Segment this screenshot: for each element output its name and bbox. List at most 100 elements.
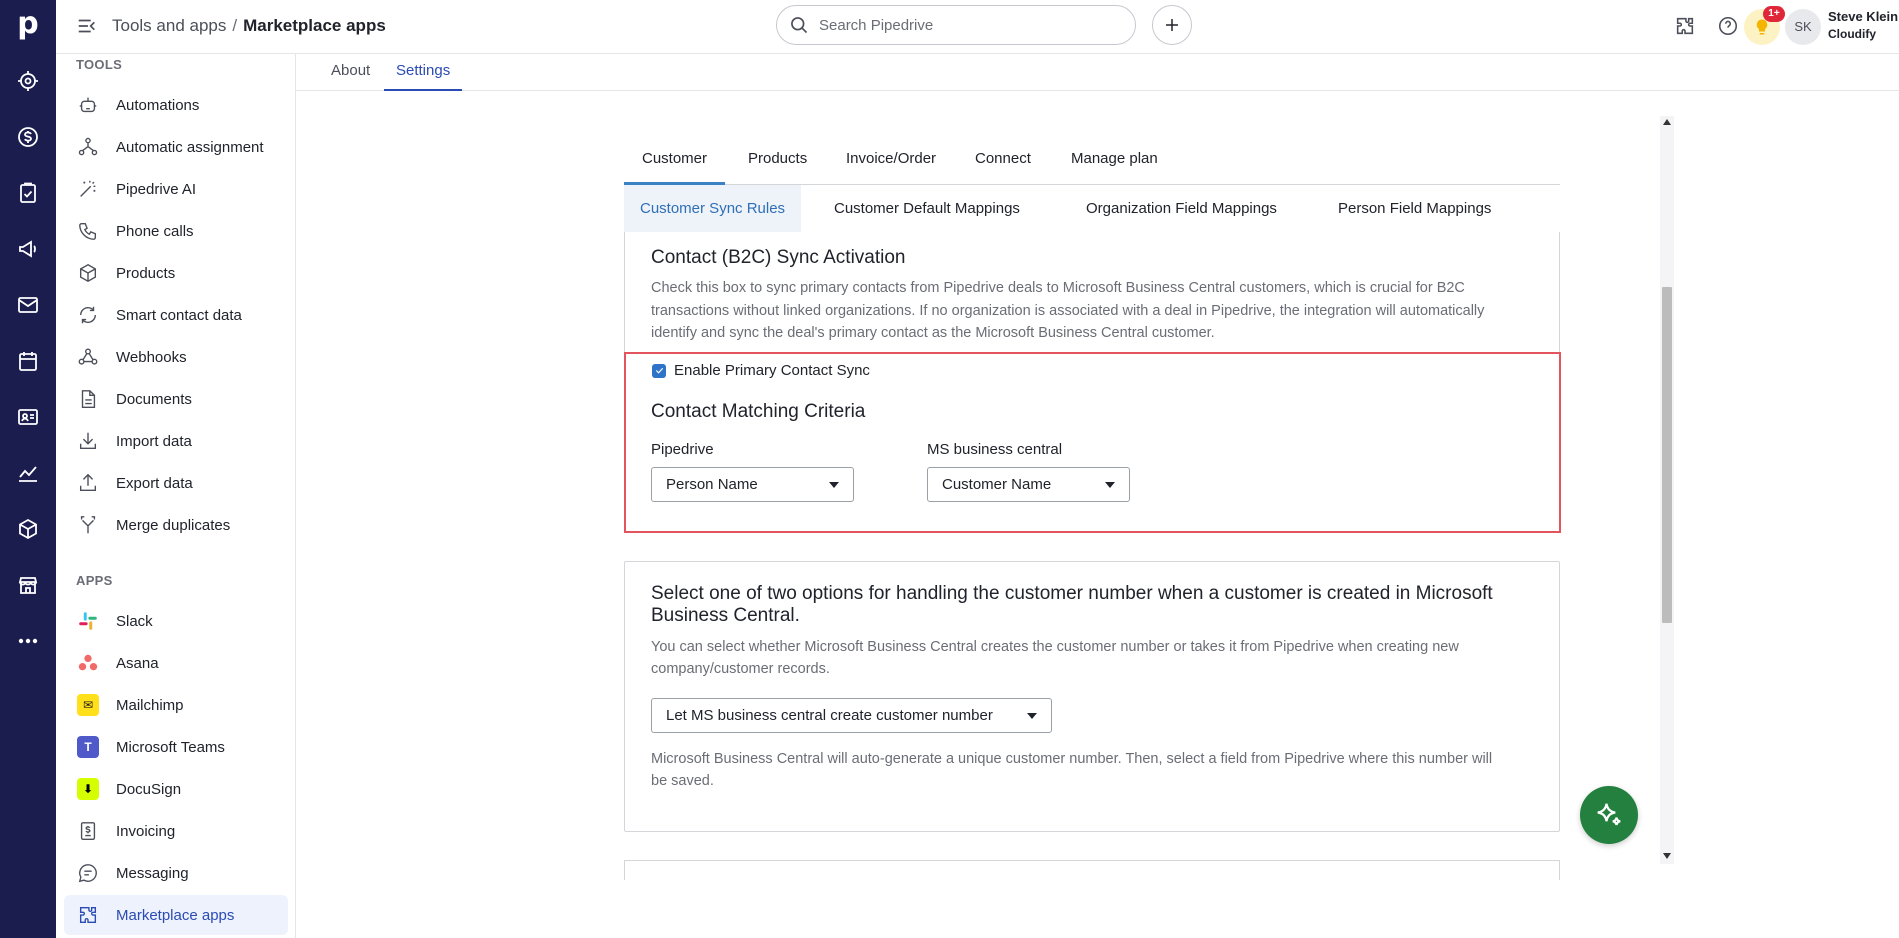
marketplace-icon[interactable] <box>14 571 42 599</box>
sidebar-item-documents[interactable]: Documents <box>64 379 288 419</box>
tab-manage-plan[interactable]: Manage plan <box>1053 141 1176 185</box>
sidebar-item-label: Automatic assignment <box>116 138 264 156</box>
asana-icon <box>76 651 100 675</box>
activities-icon[interactable] <box>14 179 42 207</box>
tab-products[interactable]: Products <box>730 141 825 185</box>
quick-add-button[interactable] <box>1152 5 1192 45</box>
sidebar-item-automations[interactable]: Automations <box>64 85 288 125</box>
document-icon <box>76 387 100 411</box>
tab-customer-sync-rules[interactable]: Customer Sync Rules <box>624 185 802 232</box>
sidebar-item-webhooks[interactable]: Webhooks <box>64 337 288 377</box>
export-icon <box>76 471 100 495</box>
sidebar-toggle-icon[interactable] <box>76 15 100 39</box>
extensions-icon[interactable] <box>1671 12 1699 40</box>
deals-icon[interactable] <box>14 123 42 151</box>
insights-icon[interactable] <box>14 459 42 487</box>
leads-icon[interactable] <box>14 67 42 95</box>
sidebar-item-label: Import data <box>116 432 192 450</box>
tab-person-field-mappings[interactable]: Person Field Mappings <box>1322 185 1507 232</box>
sidebar-item-label: Webhooks <box>116 348 187 366</box>
sidebar-item-phone-calls[interactable]: Phone calls <box>64 211 288 251</box>
caret-down-icon <box>829 482 839 488</box>
checkbox-label[interactable]: Enable Primary Contact Sync <box>674 362 870 379</box>
breadcrumb: Tools and apps / Marketplace apps <box>112 15 386 37</box>
tab-invoice-order[interactable]: Invoice/Order <box>828 141 954 185</box>
help-icon[interactable] <box>1714 12 1742 40</box>
campaigns-icon[interactable] <box>14 235 42 263</box>
customer-number-description-line: You can select whether Microsoft Busines… <box>651 639 1459 655</box>
sidebar-item-label: Messaging <box>116 864 189 882</box>
tab-settings[interactable]: Settings <box>384 54 463 91</box>
select-value: Person Name <box>666 476 758 493</box>
breadcrumb-separator: / <box>232 16 238 35</box>
puzzle-icon <box>76 903 100 927</box>
sidebar-item-slack[interactable]: Slack <box>64 601 288 641</box>
msbc-field-select[interactable]: Customer Name <box>927 467 1130 502</box>
customer-sub-tabs: Customer Sync Rules Customer Default Map… <box>624 185 1560 232</box>
sidebar-item-label: DocuSign <box>116 780 182 798</box>
sidebar-item-mailchimp[interactable]: ✉ Mailchimp <box>64 685 288 725</box>
b2c-description-line: transactions without linked organization… <box>651 303 1485 319</box>
contacts-icon[interactable] <box>14 403 42 431</box>
sidebar-item-docusign[interactable]: ⬇ DocuSign <box>64 769 288 809</box>
tab-organization-field-mappings[interactable]: Organization Field Mappings <box>1070 185 1293 232</box>
sidebar-item-marketplace-apps[interactable]: Marketplace apps <box>64 895 288 935</box>
box-icon <box>76 261 100 285</box>
tab-about[interactable]: About <box>319 54 382 91</box>
sidebar-item-invoicing[interactable]: Invoicing <box>64 811 288 851</box>
global-search[interactable] <box>776 5 1136 45</box>
sidebar-item-merge-duplicates[interactable]: Merge duplicates <box>64 505 288 545</box>
sidebar-item-smart-contact-data[interactable]: Smart contact data <box>64 295 288 335</box>
caret-down-icon <box>1027 713 1037 719</box>
products-icon[interactable] <box>14 515 42 543</box>
merge-icon <box>76 513 100 537</box>
sidebar-item-pipedrive-ai[interactable]: Pipedrive AI <box>64 169 288 209</box>
pipedrive-field-select[interactable]: Person Name <box>651 467 854 502</box>
breadcrumb-tools-and-apps[interactable]: Tools and apps <box>112 16 226 35</box>
sidebar-item-export-data[interactable]: Export data <box>64 463 288 503</box>
sidebar-item-asana[interactable]: Asana <box>64 643 288 683</box>
sidebar-item-import-data[interactable]: Import data <box>64 421 288 461</box>
sidebar-item-messaging[interactable]: Messaging <box>64 853 288 893</box>
more-icon[interactable] <box>14 627 42 655</box>
tools-heading: TOOLS <box>76 57 123 72</box>
scroll-thumb[interactable] <box>1662 287 1672 623</box>
search-icon <box>791 17 808 34</box>
user-company[interactable]: Cloudify <box>1828 27 1876 41</box>
sidebar-item-products[interactable]: Products <box>64 253 288 293</box>
customer-number-description-line: company/customer records. <box>651 661 830 677</box>
pipedrive-logo[interactable]: p <box>14 8 42 40</box>
tab-connect[interactable]: Connect <box>957 141 1049 185</box>
docusign-icon: ⬇ <box>76 777 100 801</box>
b2c-description-line: identify and sync the deal's primary con… <box>651 325 1215 341</box>
mail-icon[interactable] <box>14 291 42 319</box>
sidebar-item-label: Automations <box>116 96 200 114</box>
sidebar-item-label: Documents <box>116 390 192 408</box>
scroll-down-arrow[interactable] <box>1663 853 1671 859</box>
tab-customer-default-mappings[interactable]: Customer Default Mappings <box>818 185 1036 232</box>
sidebar-item-microsoft-teams[interactable]: T Microsoft Teams <box>64 727 288 767</box>
tab-customer[interactable]: Customer <box>624 141 726 185</box>
calendar-icon[interactable] <box>14 347 42 375</box>
app-rail: p <box>0 0 56 938</box>
pipedrive-field-label: Pipedrive <box>651 441 714 458</box>
highlighted-region <box>624 352 1561 533</box>
user-name[interactable]: Steve Klein <box>1828 9 1898 24</box>
assignment-icon <box>76 135 100 159</box>
scroll-up-arrow[interactable] <box>1663 119 1671 125</box>
select-value: Let MS business central create customer … <box>666 707 993 724</box>
sidebar-item-label: Invoicing <box>116 822 176 840</box>
avatar[interactable]: SK <box>1785 9 1821 45</box>
settings-sidebar: TOOLS Automations Automatic assignment P… <box>56 54 296 938</box>
checkbox-checked[interactable] <box>652 363 666 378</box>
customer-number-note-line: Microsoft Business Central will auto-gen… <box>651 751 1493 767</box>
customer-number-title-line: Select one of two options for handling t… <box>651 583 1493 604</box>
customer-number-select[interactable]: Let MS business central create customer … <box>651 698 1052 733</box>
sidebar-item-label: Export data <box>116 474 193 492</box>
search-input[interactable] <box>819 16 1119 34</box>
enable-primary-contact-sync[interactable]: Enable Primary Contact Sync <box>652 362 870 379</box>
sidebar-item-label: Asana <box>116 654 159 672</box>
ai-assistant-button[interactable] <box>1580 786 1638 844</box>
integration-tabs: Customer Products Invoice/Order Connect … <box>624 141 1560 185</box>
sidebar-item-automatic-assignment[interactable]: Automatic assignment <box>64 127 288 167</box>
